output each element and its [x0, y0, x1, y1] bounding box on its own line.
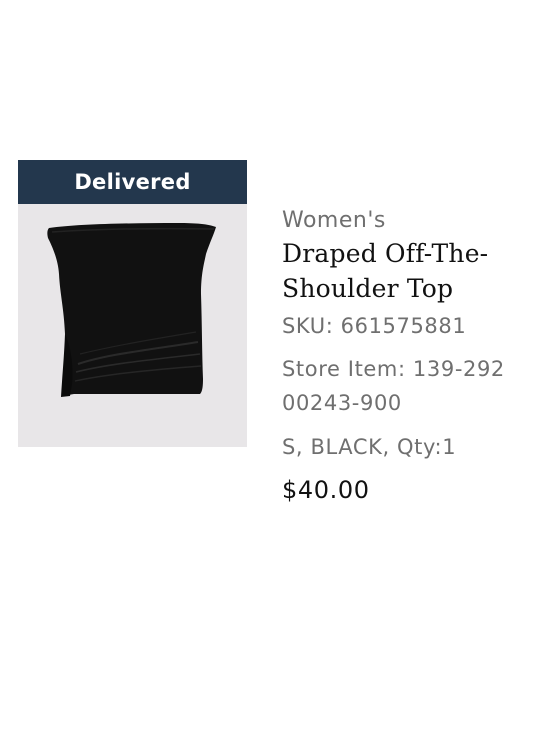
product-sku: SKU: 661575881: [282, 314, 467, 338]
store-item-number: Store Item: 139-292 00243-900: [282, 352, 548, 420]
product-category: Women's: [282, 208, 386, 233]
product-variant: S, BLACK, Qty:1: [282, 435, 457, 459]
product-price: $40.00: [282, 476, 370, 504]
store-item-line-2: 00243-900: [282, 391, 402, 415]
store-item-line-1: Store Item: 139-292: [282, 357, 505, 381]
off-shoulder-top-illustration: [47, 223, 217, 397]
product-name[interactable]: Draped Off-The-Shoulder Top: [282, 236, 548, 306]
order-item-card: Delivered Women's Draped Off-The-Shoulde…: [0, 0, 550, 733]
delivery-status-label: Delivered: [74, 170, 191, 194]
product-details: Women's Draped Off-The-Shoulder Top SKU:…: [282, 204, 548, 508]
product-image[interactable]: [18, 204, 247, 447]
delivery-status-badge: Delivered: [18, 160, 247, 204]
